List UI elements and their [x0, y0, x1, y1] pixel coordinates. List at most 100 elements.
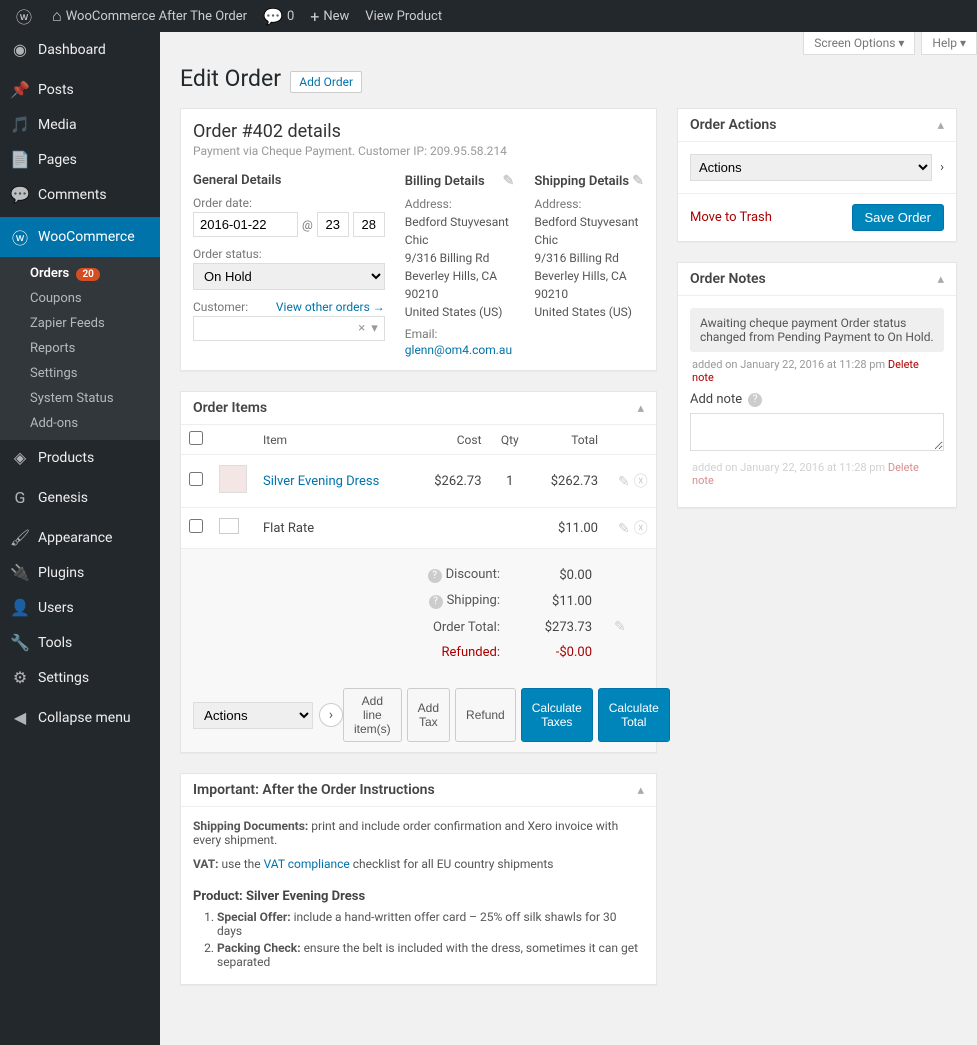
- billing-name: Bedford Stuyvesant: [405, 213, 515, 231]
- new-content[interactable]: + New: [302, 0, 357, 32]
- add-order-button[interactable]: Add Order: [290, 71, 362, 93]
- shipping-icon: [219, 518, 239, 534]
- collapse-menu[interactable]: ◀Collapse menu: [0, 700, 160, 735]
- instruction-item: Special Offer: include a hand-written of…: [217, 910, 644, 938]
- screen-options-tab[interactable]: Screen Options ▾: [803, 32, 915, 55]
- apply-action-button[interactable]: ›: [319, 703, 343, 727]
- plus-icon: +: [310, 7, 319, 26]
- order-date-label: Order date:: [193, 196, 385, 210]
- help-tab[interactable]: Help ▾: [921, 32, 977, 55]
- new-label: New: [323, 9, 349, 24]
- calculate-taxes-button[interactable]: Calculate Taxes: [521, 688, 593, 742]
- order-actions-box: Order Actions ▴ Actions › Move to Trash …: [677, 108, 957, 242]
- shipping-line-row: Flat Rate $11.00 ✎ⓧ: [181, 508, 656, 549]
- toggle-actions-icon[interactable]: ▴: [937, 118, 944, 133]
- submenu-settings[interactable]: Settings: [0, 361, 160, 386]
- edit-billing-icon[interactable]: ✎: [503, 173, 515, 189]
- toggle-items-icon[interactable]: ▴: [637, 401, 644, 416]
- billing-email-link[interactable]: glenn@om4.com.au: [405, 343, 512, 357]
- edit-total-icon[interactable]: ✎: [614, 619, 626, 635]
- line-item-checkbox[interactable]: [189, 472, 203, 486]
- menu-appearance[interactable]: 🖌Appearance: [0, 520, 160, 555]
- delete-shipping-line-icon[interactable]: ⓧ: [634, 521, 648, 537]
- add-tax-button[interactable]: Add Tax: [407, 688, 450, 742]
- shipping-country: United States (US): [534, 303, 644, 321]
- order-hour-input[interactable]: [317, 212, 349, 237]
- order-actions-select[interactable]: Actions: [690, 154, 932, 181]
- menu-comments[interactable]: 💬Comments: [0, 177, 160, 212]
- help-tip-icon[interactable]: ?: [748, 393, 762, 407]
- help-tip-icon[interactable]: ?: [428, 569, 442, 583]
- customer-select[interactable]: ×▾: [193, 316, 385, 341]
- line-item-name[interactable]: Silver Evening Dress: [263, 474, 379, 489]
- products-icon: ◈: [10, 448, 30, 467]
- clear-customer-icon[interactable]: ×: [358, 321, 365, 336]
- calculate-total-button[interactable]: Calculate Total: [598, 688, 670, 742]
- instructions-box: Important: After the Order Instructions …: [180, 773, 657, 985]
- wp-logo[interactable]: ⓦ: [8, 0, 44, 32]
- wordpress-icon: ⓦ: [16, 4, 32, 28]
- line-item-qty: 1: [490, 455, 531, 508]
- product-instructions-heading: Product: Silver Evening Dress: [193, 889, 644, 904]
- view-other-orders-link[interactable]: View other orders →: [276, 300, 385, 314]
- bulk-actions-select[interactable]: Actions: [193, 702, 313, 729]
- order-min-input[interactable]: [353, 212, 385, 237]
- admin-toolbar: ⓦ ⌂WooCommerce After The Order 💬0 + New V…: [0, 0, 977, 32]
- save-order-button[interactable]: Save Order: [852, 204, 944, 231]
- toggle-notes-icon[interactable]: ▴: [937, 272, 944, 287]
- edit-line-icon[interactable]: ✎: [618, 474, 630, 490]
- order-date-input[interactable]: [193, 212, 298, 237]
- add-note-textarea[interactable]: [690, 413, 944, 451]
- vat-compliance-link[interactable]: VAT compliance: [264, 857, 350, 871]
- col-total: Total: [530, 425, 606, 455]
- menu-plugins[interactable]: 🔌Plugins: [0, 555, 160, 590]
- refunded-value: -$0.00: [510, 641, 600, 664]
- woocommerce-icon: ⓦ: [10, 225, 30, 249]
- menu-genesis[interactable]: GGenesis: [0, 480, 160, 515]
- toggle-instructions-icon[interactable]: ▴: [637, 783, 644, 798]
- submenu-system-status[interactable]: System Status: [0, 386, 160, 411]
- edit-shipping-icon[interactable]: ✎: [632, 173, 644, 189]
- edit-shipping-line-icon[interactable]: ✎: [618, 521, 630, 537]
- submenu-orders[interactable]: Orders 20: [0, 261, 160, 286]
- menu-dashboard[interactable]: ◉Dashboard: [0, 32, 160, 67]
- comments-bubble[interactable]: 💬0: [255, 0, 302, 32]
- pin-icon: 📌: [10, 80, 30, 99]
- help-tip-icon[interactable]: ?: [429, 595, 443, 609]
- order-status-label: Order status:: [193, 247, 385, 261]
- line-item-total: $262.73: [530, 455, 606, 508]
- menu-tools[interactable]: 🔧Tools: [0, 625, 160, 660]
- submenu-zapier[interactable]: Zapier Feeds: [0, 311, 160, 336]
- submenu-coupons[interactable]: Coupons: [0, 286, 160, 311]
- settings-icon: ⚙: [10, 668, 30, 687]
- menu-media[interactable]: 🎵Media: [0, 107, 160, 142]
- move-to-trash-link[interactable]: Move to Trash: [690, 210, 772, 225]
- shipping-city: Beverley Hills, CA 90210: [534, 267, 644, 303]
- menu-posts[interactable]: 📌Posts: [0, 72, 160, 107]
- menu-pages[interactable]: 📄Pages: [0, 142, 160, 177]
- delete-line-icon[interactable]: ⓧ: [634, 474, 648, 490]
- add-note-label: Add note: [690, 392, 742, 407]
- add-line-items-button[interactable]: Add line item(s): [343, 688, 402, 742]
- admin-sidebar: ◉Dashboard 📌Posts 🎵Media 📄Pages 💬Comment…: [0, 32, 160, 1045]
- site-home[interactable]: ⌂WooCommerce After The Order: [44, 0, 255, 32]
- view-product[interactable]: View Product: [357, 0, 450, 32]
- order-actions-heading: Order Actions: [690, 117, 776, 133]
- shipping-line-checkbox[interactable]: [189, 519, 203, 533]
- general-details-heading: General Details: [193, 173, 385, 188]
- order-note: Awaiting cheque payment Order status cha…: [690, 308, 944, 352]
- menu-woocommerce[interactable]: ⓦWooCommerce: [0, 217, 160, 257]
- submenu-reports[interactable]: Reports: [0, 336, 160, 361]
- menu-products[interactable]: ◈Products: [0, 440, 160, 475]
- billing-details-heading: Billing Details: [405, 174, 485, 189]
- order-status-select[interactable]: On Hold: [193, 263, 385, 290]
- menu-settings[interactable]: ⚙Settings: [0, 660, 160, 695]
- submenu-addons[interactable]: Add-ons: [0, 411, 160, 436]
- select-all-items-checkbox[interactable]: [189, 431, 203, 445]
- media-icon: 🎵: [10, 115, 30, 134]
- dropdown-arrow-icon[interactable]: ▾: [371, 321, 378, 336]
- apply-order-action-button[interactable]: ›: [940, 160, 944, 175]
- refund-button[interactable]: Refund: [455, 688, 516, 742]
- menu-users[interactable]: 👤Users: [0, 590, 160, 625]
- col-qty: Qty: [490, 425, 531, 455]
